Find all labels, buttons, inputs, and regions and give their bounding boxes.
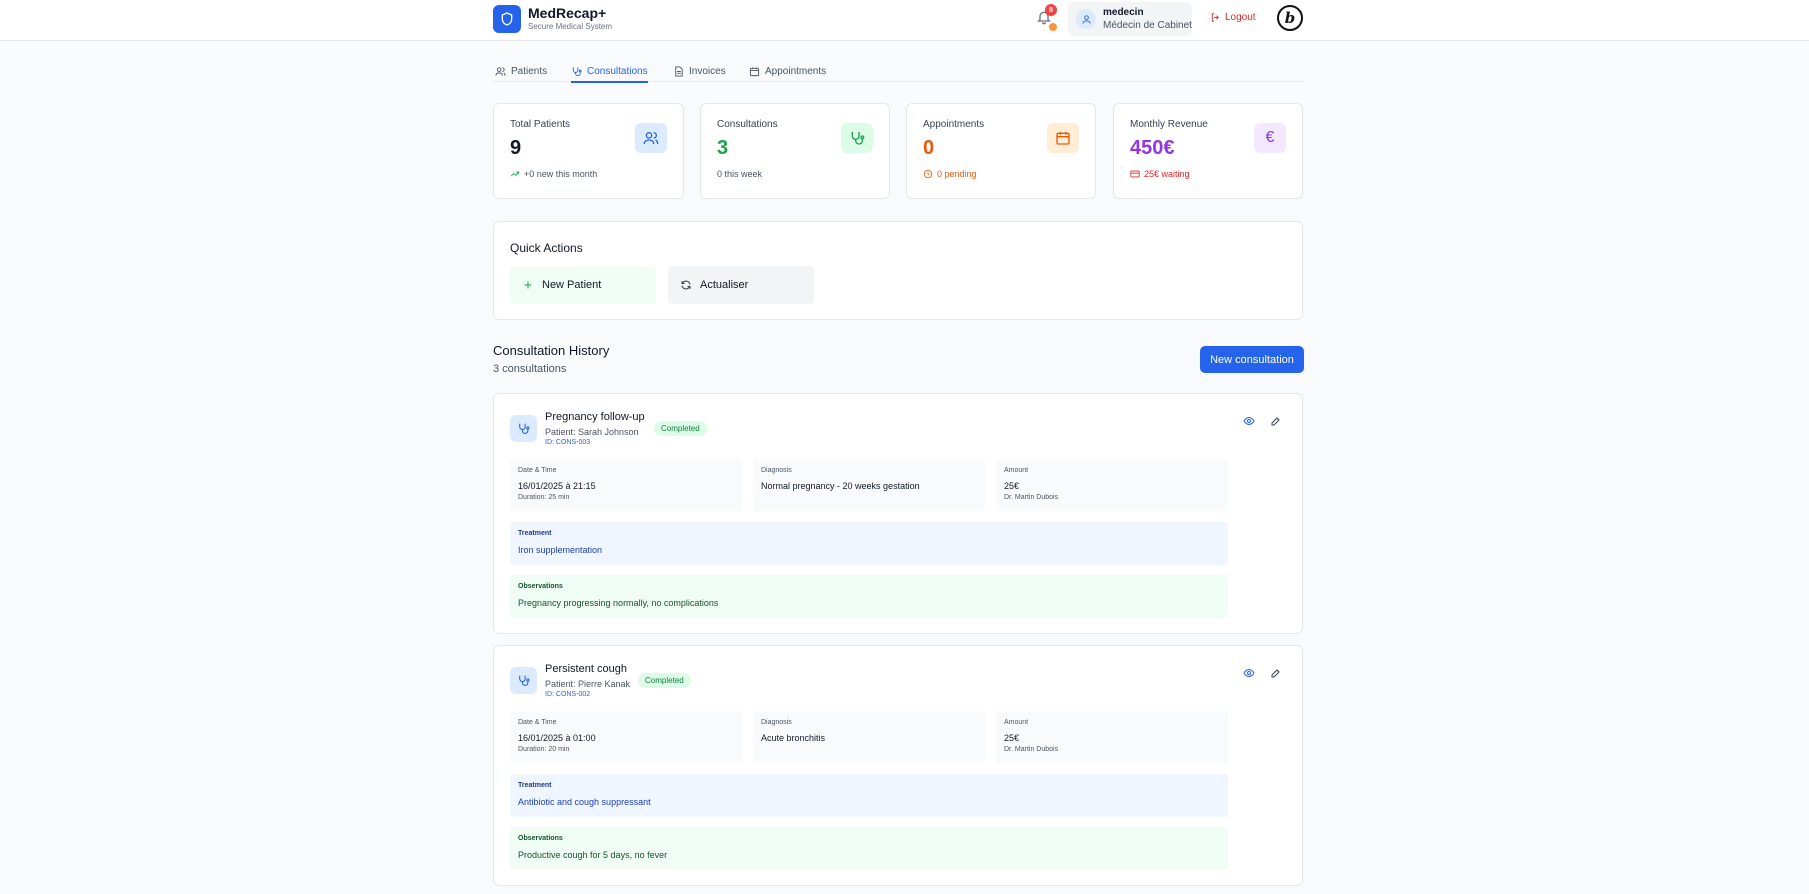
new-patient-button[interactable]: New Patient — [510, 266, 656, 304]
stat-card-consultations: Consultations 3 0 this week — [700, 103, 890, 199]
trending-up-icon — [510, 171, 520, 177]
consultation-treatment: Antibiotic and cough suppressant — [518, 797, 651, 807]
stat-value: 450€ — [1130, 137, 1175, 159]
users-icon — [635, 123, 667, 153]
logout-icon — [1211, 13, 1219, 22]
edit-button[interactable] — [1268, 665, 1284, 681]
stethoscope-icon — [510, 415, 537, 442]
plus-icon — [524, 281, 532, 289]
consultation-diagnosis: Acute bronchitis — [761, 733, 826, 743]
amount-info: Amount 25€ Dr. Martin Dubois — [996, 711, 1228, 763]
stat-value: 0 — [923, 137, 935, 159]
stat-sub: 25€ waiting — [1130, 169, 1190, 179]
calendar-icon — [749, 66, 760, 76]
tab-invoices[interactable]: Invoices — [673, 61, 726, 81]
users-icon — [495, 66, 506, 76]
new-consultation-button[interactable]: New consultation — [1200, 346, 1304, 373]
status-dot — [1049, 23, 1057, 31]
consultation-doctor: Dr. Martin Dubois — [1004, 746, 1059, 753]
consultation-card: Persistent cough Patient: Pierre Kanak I… — [493, 645, 1303, 886]
user-name: medecin — [1103, 7, 1144, 18]
consultation-observations: Pregnancy progressing normally, no compl… — [518, 598, 719, 608]
observations-box: Observations Productive cough for 5 days… — [510, 827, 1228, 870]
quick-actions-panel: Quick Actions New Patient Actualiser — [493, 221, 1303, 320]
consultation-treatment: Iron supplementation — [518, 545, 603, 555]
eye-icon — [1243, 416, 1255, 426]
top-bar: MedRecap+ Secure Medical System 8 medeci… — [0, 0, 1809, 41]
user-role: Médecin de Cabinet — [1103, 20, 1192, 31]
logout-button[interactable]: Logout — [1210, 12, 1256, 23]
consultation-diagnosis: Normal pregnancy - 20 weeks gestation — [761, 481, 920, 491]
refresh-button[interactable]: Actualiser — [668, 266, 814, 304]
consultation-patient: Patient: Pierre Kanak — [545, 679, 631, 689]
stat-label: Appointments — [923, 119, 985, 130]
treatment-box: Treatment Iron supplementation — [510, 522, 1228, 565]
view-button[interactable] — [1241, 413, 1257, 429]
credit-card-icon — [1130, 170, 1140, 178]
refresh-icon — [681, 280, 691, 290]
view-button[interactable] — [1241, 665, 1257, 681]
history-title: Consultation History — [493, 343, 610, 358]
amount-info: Amount 25€ Dr. Martin Dubois — [996, 459, 1228, 511]
consultation-amount: 25€ — [1004, 733, 1020, 743]
calendar-icon — [1047, 123, 1079, 153]
stat-label: Consultations — [717, 119, 778, 130]
stat-card-patients: Total Patients 9 +0 new this month — [493, 103, 684, 199]
stat-sub: 0 pending — [923, 169, 977, 179]
status-badge: Completed — [654, 421, 707, 436]
main-tabs: Patients Consultations Invoices Appointm… — [493, 55, 1303, 83]
stat-label: Monthly Revenue — [1130, 119, 1208, 130]
edit-icon — [1271, 417, 1280, 426]
stethoscope-icon — [841, 123, 873, 153]
edit-icon — [1271, 669, 1280, 678]
quick-actions-title: Quick Actions — [510, 241, 583, 255]
app-name: MedRecap+ — [528, 5, 607, 21]
consultation-id: ID: CONS-002 — [545, 691, 591, 698]
app-subtitle: Secure Medical System — [528, 22, 613, 31]
brand-logo: b — [1277, 5, 1303, 31]
consultation-patient: Patient: Sarah Johnson — [545, 427, 639, 437]
user-menu[interactable]: medecin Médecin de Cabinet — [1068, 2, 1192, 36]
stat-value: 3 — [717, 137, 729, 159]
stat-card-revenue: Monthly Revenue 450€ 25€ waiting € — [1113, 103, 1303, 199]
consultation-observations: Productive cough for 5 days, no fever — [518, 850, 668, 860]
diagnosis-info: Diagnosis Normal pregnancy - 20 weeks ge… — [753, 459, 985, 511]
stethoscope-icon — [572, 66, 582, 76]
tab-consultations[interactable]: Consultations — [571, 61, 648, 83]
euro-icon: € — [1254, 123, 1286, 153]
file-icon — [675, 65, 683, 77]
stat-card-appointments: Appointments 0 0 pending — [906, 103, 1096, 199]
diagnosis-info: Diagnosis Acute bronchitis — [753, 711, 985, 763]
consultation-duration: Duration: 20 min — [518, 746, 570, 753]
logout-label: Logout — [1225, 12, 1256, 23]
stat-value: 9 — [510, 137, 522, 159]
tab-patients[interactable]: Patients — [495, 61, 547, 81]
consultation-date: 16/01/2025 à 21:15 — [518, 481, 596, 491]
consultation-amount: 25€ — [1004, 481, 1020, 491]
consultation-id: ID: CONS-003 — [545, 439, 591, 446]
stat-label: Total Patients — [510, 119, 571, 130]
consultation-title: Persistent cough — [545, 663, 627, 675]
history-count: 3 consultations — [493, 363, 567, 375]
notification-count-badge: 8 — [1045, 4, 1057, 16]
date-info: Date & Time 16/01/2025 à 01:00 Duration:… — [510, 711, 742, 763]
treatment-box: Treatment Antibiotic and cough suppressa… — [510, 774, 1228, 817]
eye-icon — [1243, 668, 1255, 678]
stethoscope-icon — [510, 667, 537, 694]
observations-box: Observations Pregnancy progressing norma… — [510, 575, 1228, 618]
consultation-title: Pregnancy follow-up — [545, 411, 645, 423]
consultation-doctor: Dr. Martin Dubois — [1004, 494, 1059, 501]
consultation-date: 16/01/2025 à 01:00 — [518, 733, 596, 743]
tab-appointments[interactable]: Appointments — [749, 61, 826, 81]
stat-sub: +0 new this month — [510, 169, 597, 179]
status-badge: Completed — [638, 673, 691, 688]
consultation-card: Pregnancy follow-up Patient: Sarah Johns… — [493, 393, 1303, 634]
edit-button[interactable] — [1268, 413, 1284, 429]
consultation-duration: Duration: 25 min — [518, 494, 570, 501]
date-info: Date & Time 16/01/2025 à 21:15 Duration:… — [510, 459, 742, 511]
stat-sub: 0 this week — [717, 169, 763, 179]
user-icon — [1076, 9, 1096, 29]
clock-icon — [923, 169, 933, 179]
shield-icon — [493, 5, 521, 33]
